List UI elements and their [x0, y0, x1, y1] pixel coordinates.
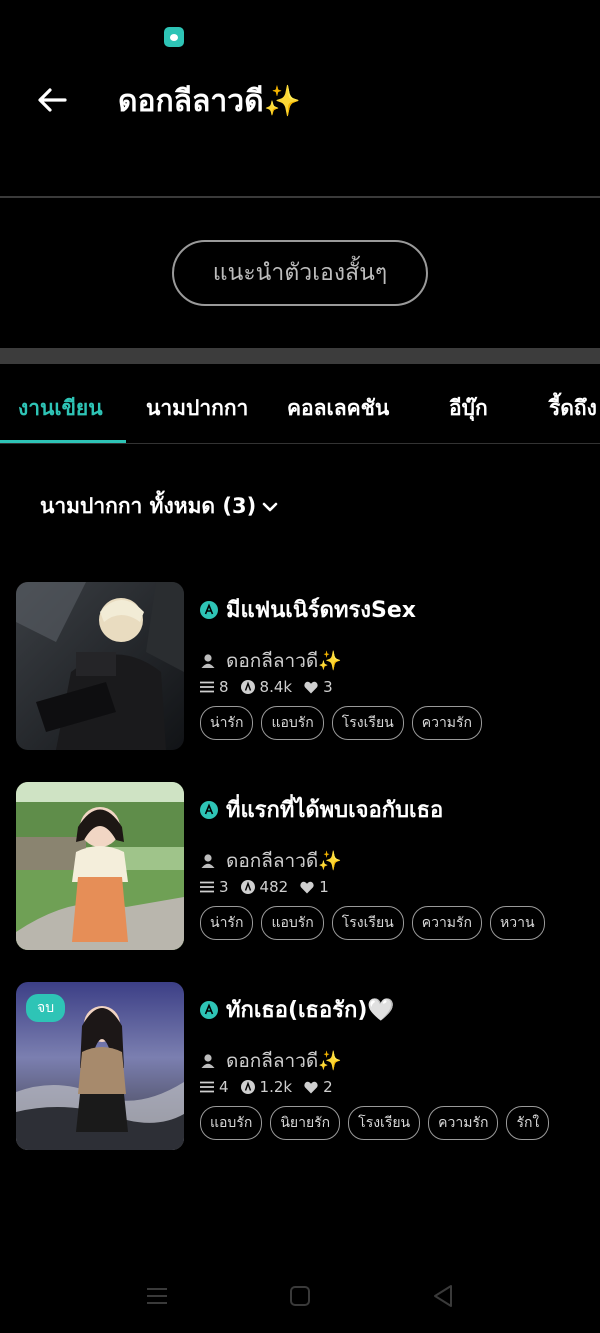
- tag[interactable]: น่ารัก: [200, 706, 254, 740]
- tag[interactable]: โรงเรียน: [331, 706, 404, 740]
- tag[interactable]: แอบรัก: [261, 906, 324, 940]
- work-title: ที่แรกที่ได้พบเจอกับเธอ: [226, 798, 444, 823]
- home-button[interactable]: [285, 1282, 315, 1310]
- view-count: 1.2k: [259, 1078, 293, 1096]
- recent-apps-button[interactable]: [142, 1282, 172, 1310]
- heart-icon: [304, 681, 318, 693]
- chapter-count: 3: [219, 878, 229, 896]
- writer-badge-icon: [200, 600, 218, 619]
- work-title: มีแฟนเนิร์ดทรงSex: [226, 598, 416, 623]
- work-card[interactable]: จบ ทักเธอ(เธอรัก)🤍 ดอกลีลาวดี✨ 4 1.2k 2 …: [0, 982, 600, 1152]
- tab-bar: งานเขียน นามปากกา คอลเลคชัน อีบุ๊ก รี้ดถ…: [0, 364, 600, 444]
- writer-badge-icon: [200, 1000, 218, 1019]
- view-count: 8.4k: [259, 678, 293, 696]
- tab-ebooks[interactable]: อีบุ๊ก: [449, 392, 488, 425]
- tag[interactable]: โรงเรียน: [348, 1106, 421, 1140]
- cover-image: [16, 782, 184, 950]
- back-triangle-icon: [434, 1285, 452, 1307]
- tag[interactable]: ความรัก: [428, 1106, 499, 1140]
- tab-collections[interactable]: คอลเลคชัน: [287, 392, 389, 425]
- notification-icon: [164, 27, 184, 47]
- tag-list: แอบรัก นิยายรัก โรงเรียน ความรัก รักใ: [200, 1106, 568, 1140]
- work-info: ที่แรกที่ได้พบเจอกับเธอ ดอกลีลาวดี✨ 3 48…: [200, 782, 568, 952]
- tag-list: น่ารัก แอบรัก โรงเรียน ความรัก: [200, 706, 568, 740]
- heart-icon: [300, 881, 314, 893]
- chapters-icon: [200, 681, 214, 693]
- user-icon: [201, 854, 215, 868]
- tab-pen-names[interactable]: นามปากกา: [146, 392, 248, 425]
- header: ดอกลีลาวดี✨: [0, 60, 600, 140]
- tag[interactable]: หวาน: [490, 906, 545, 940]
- pen-name-filter[interactable]: นามปากกา ทั้งหมด (3): [40, 490, 278, 523]
- work-card[interactable]: มีแฟนเนิร์ดทรงSex ดอกลีลาวดี✨ 8 8.4k 3 น…: [0, 582, 600, 752]
- tag[interactable]: แอบรัก: [200, 1106, 263, 1140]
- views-icon: [240, 880, 255, 894]
- tag-list: น่ารัก แอบรัก โรงเรียน ความรัก หวาน: [200, 906, 568, 940]
- user-icon: [201, 654, 215, 668]
- chapters-icon: [200, 1081, 214, 1093]
- like-count: 1: [319, 878, 329, 896]
- tab-read[interactable]: รี้ดถึง: [549, 392, 597, 425]
- user-icon: [201, 1054, 215, 1068]
- work-title: ทักเธอ(เธอรัก)🤍: [226, 998, 395, 1023]
- author-name: ดอกลีลาวดี✨: [226, 650, 342, 672]
- tabs-divider: [0, 443, 600, 444]
- completed-badge: จบ: [26, 994, 66, 1022]
- work-info: มีแฟนเนิร์ดทรงSex ดอกลีลาวดี✨ 8 8.4k 3 น…: [200, 582, 568, 752]
- system-back-button[interactable]: [428, 1282, 458, 1310]
- heart-icon: [304, 1081, 318, 1093]
- work-info: ทักเธอ(เธอรัก)🤍 ดอกลีลาวดี✨ 4 1.2k 2 แอบ…: [200, 982, 568, 1152]
- like-count: 2: [323, 1078, 333, 1096]
- page-title: ดอกลีลาวดี✨: [118, 84, 301, 119]
- tag[interactable]: แอบรัก: [261, 706, 324, 740]
- chapter-count: 4: [219, 1078, 229, 1096]
- system-nav-bar: [0, 1266, 600, 1326]
- intro-button[interactable]: แนะนำตัวเองสั้นๆ: [172, 240, 428, 306]
- header-divider: [0, 196, 600, 198]
- view-count: 482: [259, 878, 289, 896]
- tag[interactable]: ความรัก: [411, 906, 483, 940]
- cover-image: จบ: [16, 982, 184, 1150]
- author-name: ดอกลีลาวดี✨: [226, 850, 342, 872]
- recent-apps-icon: [147, 1288, 167, 1304]
- chapters-icon: [200, 881, 214, 893]
- tag[interactable]: น่ารัก: [200, 906, 254, 940]
- tag[interactable]: นิยายรัก: [270, 1106, 341, 1140]
- views-icon: [240, 680, 255, 694]
- like-count: 3: [323, 678, 333, 696]
- tab-works[interactable]: งานเขียน: [18, 392, 103, 425]
- views-icon: [240, 1080, 255, 1094]
- home-icon: [290, 1286, 310, 1306]
- tag[interactable]: โรงเรียน: [331, 906, 404, 940]
- back-button[interactable]: [30, 80, 74, 120]
- chevron-down-icon: [262, 501, 278, 513]
- tag[interactable]: รักใ: [506, 1106, 550, 1140]
- section-separator: [0, 348, 600, 364]
- chapter-count: 8: [219, 678, 229, 696]
- author-name: ดอกลีลาวดี✨: [226, 1050, 342, 1072]
- work-card[interactable]: ที่แรกที่ได้พบเจอกับเธอ ดอกลีลาวดี✨ 3 48…: [0, 782, 600, 952]
- tag[interactable]: ความรัก: [411, 706, 483, 740]
- arrow-left-icon: [38, 88, 67, 112]
- filter-label: นามปากกา ทั้งหมด (3): [40, 494, 257, 518]
- cover-image: [16, 582, 184, 750]
- writer-badge-icon: [200, 800, 218, 819]
